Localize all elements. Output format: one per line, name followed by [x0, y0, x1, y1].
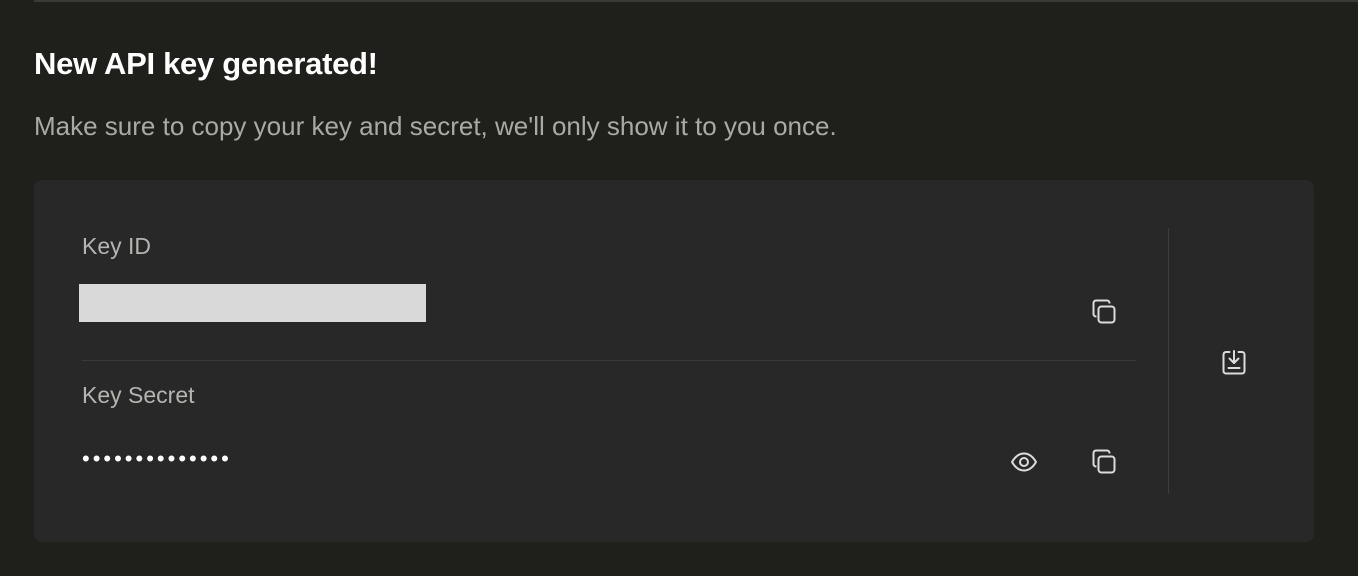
- copy-key-id-button[interactable]: [1086, 294, 1122, 330]
- row-divider: [82, 360, 1136, 361]
- key-id-label: Key ID: [82, 233, 152, 259]
- eye-icon: [1011, 452, 1037, 472]
- copy-key-secret-button[interactable]: [1086, 444, 1122, 480]
- download-keys-button[interactable]: [1216, 344, 1252, 380]
- copy-icon: [1092, 299, 1116, 324]
- key-id-value-redacted: [79, 284, 426, 322]
- top-divider: [34, 0, 1358, 2]
- key-secret-label: Key Secret: [82, 382, 195, 408]
- page-subtitle: Make sure to copy your key and secret, w…: [34, 111, 837, 141]
- page-title: New API key generated!: [34, 46, 378, 81]
- vertical-divider: [1168, 228, 1169, 494]
- reveal-secret-button[interactable]: [1006, 444, 1042, 480]
- api-key-page: New API key generated! Make sure to copy…: [0, 0, 1358, 576]
- api-key-card: Key ID Key Secret ••••••••••••••: [34, 180, 1314, 542]
- download-icon: [1222, 350, 1246, 375]
- copy-icon: [1092, 449, 1116, 474]
- key-secret-value: ••••••••••••••: [82, 446, 232, 471]
